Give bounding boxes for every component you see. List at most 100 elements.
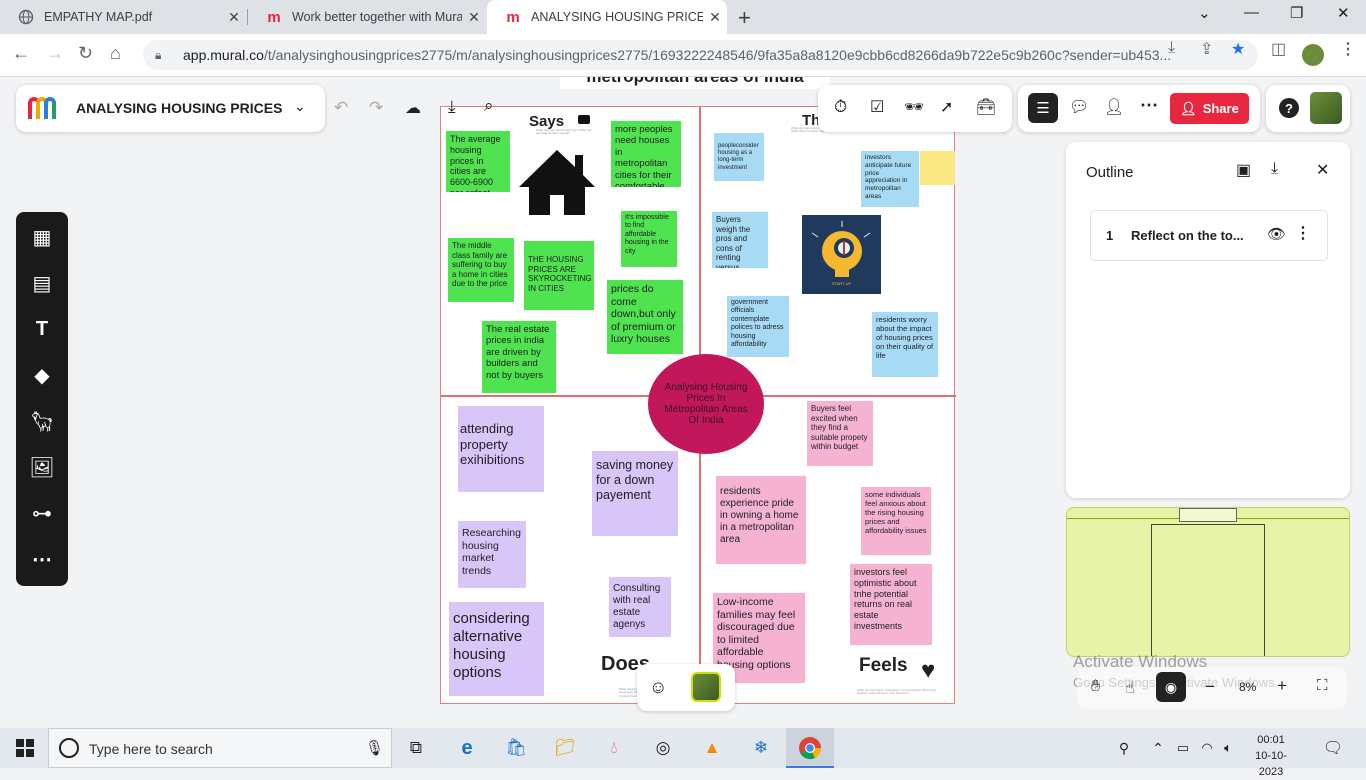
tab-empathy-map[interactable]: EMPATHY MAP.pdf ✕ <box>0 0 246 34</box>
empathy-map-board[interactable]: Says What have we heard them say? What c… <box>440 106 956 705</box>
sticky-note[interactable]: It's impossible to find affordable housi… <box>621 211 677 267</box>
user-avatar[interactable] <box>1310 92 1342 124</box>
sticky-note[interactable]: Consulting with real estate agenys <box>609 577 671 637</box>
start-up-brain-image[interactable]: START UP <box>802 215 881 294</box>
reload-icon[interactable]: ↻ <box>78 43 93 64</box>
export-icon[interactable]: ⤓ <box>448 97 456 117</box>
edge-icon[interactable]: e <box>455 736 479 760</box>
chrome-taskbar-button[interactable] <box>786 728 834 768</box>
zoom-level[interactable]: 8% <box>1239 680 1256 694</box>
sticky-note[interactable]: The middle class family are suffering to… <box>448 238 514 302</box>
microphone-icon[interactable]: 🎙︎ <box>365 739 384 757</box>
sticky-note[interactable]: some individuals feel anxious about the … <box>861 487 931 555</box>
task-view-icon[interactable]: ⧉ <box>404 736 428 760</box>
sticky-note[interactable]: The real estate prices in india are driv… <box>482 321 556 393</box>
private-mode-icon[interactable]: 🕶︎ <box>904 97 924 117</box>
battery-icon[interactable]: ▭ <box>1175 736 1191 760</box>
tab-analysing-housing[interactable]: m ANALYSING HOUSING PRICES - ✕ <box>487 0 727 34</box>
toolbox-icon[interactable]: 🧰︎ <box>976 97 996 117</box>
help-icon[interactable]: ? <box>1279 98 1299 118</box>
close-icon[interactable]: ✕ <box>1316 160 1329 180</box>
sticky-note[interactable]: more peoples need houses in metropolitan… <box>611 121 681 187</box>
taskbar-search-box[interactable]: Type here to search 🎙︎ <box>48 728 392 768</box>
emoji-icon[interactable]: ☺ <box>649 677 667 698</box>
sticky-note-icon[interactable]: ▤ <box>16 260 68 306</box>
collaborator-avatar[interactable] <box>691 672 721 702</box>
chrome-menu-icon[interactable]: ⋮ <box>1340 39 1356 59</box>
present-icon[interactable]: ▣ <box>1236 160 1251 180</box>
volume-icon[interactable]: 🔈︎ <box>1220 736 1236 760</box>
select-icon[interactable]: ☝︎ <box>1125 678 1135 698</box>
sticky-note[interactable]: peopleconsider housing as a long-term in… <box>714 133 764 181</box>
new-tab-button[interactable]: + <box>738 5 751 31</box>
center-topic-circle[interactable]: Analysing Housing Prices In Metropolitan… <box>648 354 764 454</box>
map-view-icon[interactable]: ◉ <box>1156 672 1186 702</box>
sticky-note[interactable]: investors anticipate future price apprec… <box>861 151 919 207</box>
cloud-saved-icon[interactable]: ☁ <box>405 98 421 118</box>
taskbar-clock[interactable]: 00:01 10-10-2023 <box>1246 732 1296 780</box>
outline-item[interactable]: 1 Reflect on the to... 👁︎ ⋮ <box>1090 210 1328 261</box>
close-tab-icon[interactable]: ✕ <box>222 9 246 26</box>
members-icon[interactable]: 👤︎ <box>1104 97 1124 117</box>
more-options-icon[interactable]: ⋯ <box>1140 95 1158 116</box>
timer-icon[interactable]: ⏱ <box>834 97 847 117</box>
sticky-note[interactable]: investors feel optimistic about tnhe pot… <box>850 564 932 645</box>
more-tools-icon[interactable]: ⋯ <box>16 536 68 582</box>
sticky-note[interactable]: government officials contemplate polices… <box>727 296 789 357</box>
chevron-down-icon[interactable]: ⌄ <box>294 98 306 115</box>
search-icon[interactable]: ⌕ <box>484 96 494 116</box>
sticky-note[interactable]: Researching housing market trends <box>458 521 526 588</box>
profile-avatar[interactable] <box>1302 44 1324 66</box>
item-menu-icon[interactable]: ⋮ <box>1295 223 1311 243</box>
minimap[interactable] <box>1066 507 1350 657</box>
text-tool-icon[interactable]: T <box>16 306 68 352</box>
eye-icon[interactable]: 👁︎ <box>1267 225 1286 243</box>
vlc-icon[interactable]: ▲ <box>700 736 724 760</box>
diagram-icon[interactable]: ⊶ <box>16 490 68 536</box>
wifi-icon[interactable]: ◠ <box>1199 736 1215 760</box>
tab-search-chevron-icon[interactable]: ⌄ <box>1198 4 1211 22</box>
undo-icon[interactable]: ↶ <box>334 98 348 118</box>
templates-icon[interactable]: ▦ <box>16 214 68 260</box>
tab-mural-home[interactable]: m Work better together with Mural ✕ <box>248 0 486 34</box>
outline-panel-icon[interactable]: ☰ <box>1028 93 1058 123</box>
shapes-icon[interactable]: ◆ <box>16 352 68 398</box>
redo-icon[interactable]: ↷ <box>369 98 383 118</box>
download-icon[interactable]: ⤓ <box>1271 160 1278 178</box>
sticky-note[interactable]: considering alternative housing options <box>449 602 544 696</box>
sticky-note[interactable] <box>920 151 955 185</box>
side-panel-icon[interactable]: ◫ <box>1271 39 1286 59</box>
sticky-note[interactable]: saving money for a down payement <box>592 451 678 536</box>
windows-start-icon[interactable] <box>14 736 36 760</box>
snip-tool-icon[interactable]: ❄ <box>749 736 773 760</box>
home-icon[interactable]: ⌂ <box>110 43 121 64</box>
close-tab-icon[interactable]: ✕ <box>703 9 727 26</box>
sticky-note[interactable]: residents experience pride in owning a h… <box>716 476 806 564</box>
chat-icon[interactable]: 💬︎ <box>1069 97 1089 117</box>
sticky-note[interactable]: prices do come down,but only of premium … <box>607 280 683 354</box>
minimap-viewport[interactable] <box>1151 524 1265 656</box>
people-icon[interactable]: ⚲ <box>1114 736 1134 760</box>
mural-title[interactable]: ANALYSING HOUSING PRICES <box>76 100 282 116</box>
forward-icon[interactable]: → <box>46 43 64 64</box>
voting-icon[interactable]: ☑ <box>870 97 884 117</box>
sticky-note[interactable]: Buyers feel excited when they find a sui… <box>807 401 873 466</box>
store-icon[interactable]: 🛍︎ <box>504 736 528 760</box>
laser-pointer-icon[interactable]: ➚ <box>940 97 953 117</box>
close-tab-icon[interactable]: ✕ <box>462 9 486 26</box>
sticky-note[interactable]: residents worry about the impact of hous… <box>872 312 938 377</box>
minimize-icon[interactable]: — <box>1244 4 1259 21</box>
paint-icon[interactable]: 💧︎ <box>602 736 626 760</box>
install-app-icon[interactable]: ⤓ <box>1168 39 1175 57</box>
share-page-icon[interactable]: ⇪ <box>1200 39 1213 59</box>
icons-llama-icon[interactable]: 🦙︎ <box>16 398 68 444</box>
restore-icon[interactable]: ❐ <box>1290 4 1303 22</box>
hand-icon[interactable]: ✋︎ <box>1091 678 1100 696</box>
sticky-note[interactable]: THE HOUSING PRICES ARE SKYROCKETING IN C… <box>524 241 594 310</box>
mural-canvas[interactable]: metropolitan areas of India Says What ha… <box>0 77 1366 728</box>
url-bar[interactable]: 🔒︎ app.mural.co/t/analysinghousingprices… <box>143 40 1258 70</box>
file-explorer-icon[interactable]: 📁︎ <box>553 736 577 760</box>
window-close-icon[interactable]: ✕ <box>1337 4 1350 22</box>
bookmark-star-icon[interactable]: ★ <box>1231 39 1245 59</box>
image-icon[interactable]: 🖼︎ <box>16 444 68 490</box>
